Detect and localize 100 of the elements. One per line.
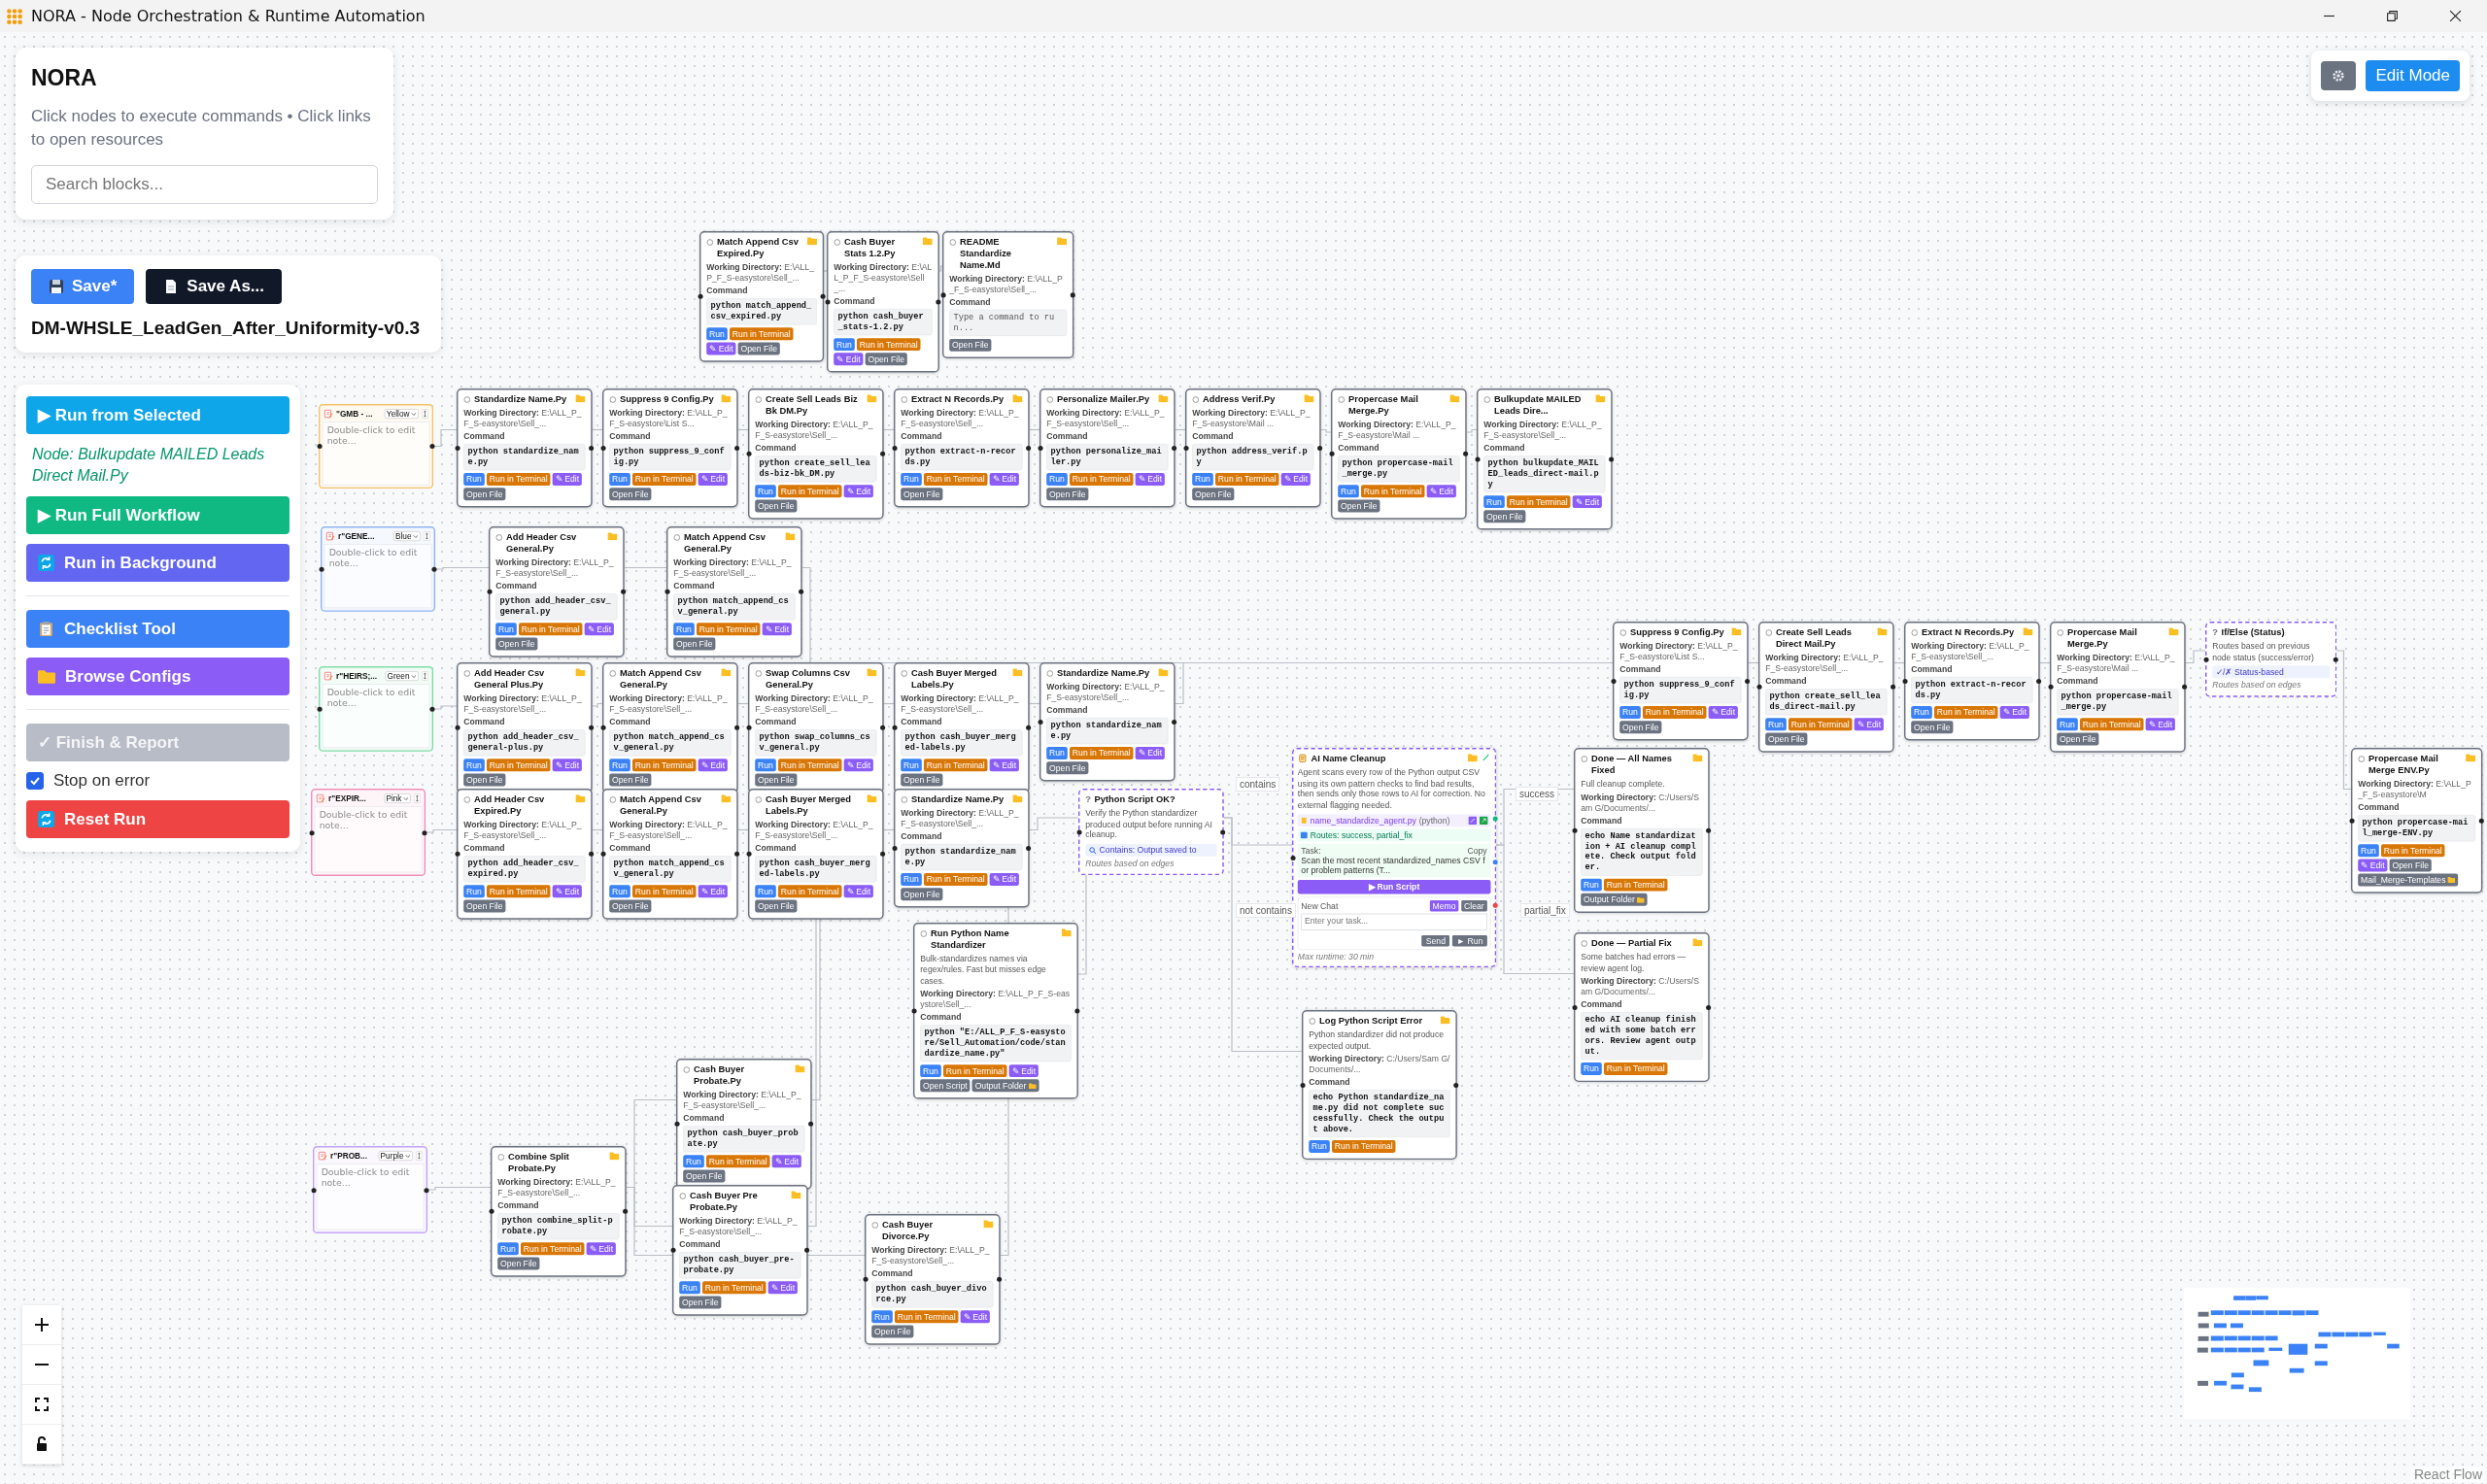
command-field[interactable]: python suppress_9_config.py — [1619, 677, 1742, 704]
open-file-button[interactable]: Open File — [609, 488, 652, 501]
run-button[interactable]: Run — [495, 623, 517, 635]
connection-handle[interactable] — [2182, 685, 2188, 690]
run-button[interactable]: Run — [755, 485, 776, 497]
edit-button[interactable]: ✎ Edit — [552, 473, 582, 487]
edit-button[interactable]: ✎ Edit — [1708, 706, 1738, 720]
note-field[interactable]: Double-click to edit note... — [322, 422, 430, 486]
run-button[interactable]: Run — [1765, 718, 1787, 730]
edit-button[interactable]: ✎ Edit — [1008, 1064, 1039, 1078]
connection-handle[interactable] — [431, 566, 437, 572]
terminal-button[interactable]: Run in Terminal — [923, 473, 988, 487]
open-file-button[interactable]: Open File — [679, 1296, 722, 1309]
run-button[interactable]: Run — [463, 885, 485, 897]
open-file-button[interactable]: Open File — [1046, 488, 1089, 501]
script-node[interactable]: Add Header Csv Expired.Py Working Directory: E:\ALL_P_F_S-easystore\Sell_... Command python add_header_csv_expired.py Run Run in Terminal ✎ Edit Open File — [457, 789, 593, 920]
browse-button[interactable]: Browse Configs — [26, 658, 290, 696]
script-node[interactable]: Match Append Csv Expired.Py Working Directory: E:\ALL_P_F_S-easystore\Sell_... Command python match_append_csv_expired.py Run Run in Terminal ✎ Edit Open File — [699, 231, 824, 362]
script-node[interactable]: Extract N Records.Py Working Directory: E:\ALL_P_F_S-easystore\Sell_... Command python extract-n-records.py Run Run in Terminal ✎ Edit Open File — [1904, 622, 2040, 741]
script-node[interactable]: Cash Buyer Pre Probate.Py Working Directory: E:\ALL_P_F_S-easystore\Sell_... Command python cash_buyer_pre-probate.py Run Run in Terminal ✎ Edit Open File — [672, 1185, 808, 1316]
script-node[interactable]: Create Sell Leads Biz Bk DM.Py Working Directory: E:\ALL_P_F_S-easystore\Sell_... Command python create_sell_leads-biz-bk_DM.py Run Run in Terminal ✎ Edit Open File — [748, 388, 884, 520]
edit-button[interactable]: ✎ Edit — [584, 623, 614, 635]
resize-icon[interactable] — [415, 1151, 423, 1162]
command-field[interactable]: python swap_columns_csv_general.py — [755, 728, 877, 757]
connection-handle[interactable] — [1076, 829, 1082, 835]
terminal-button[interactable]: Run in Terminal — [923, 759, 988, 771]
command-field[interactable]: python add_header_csv_general-plus.py — [463, 728, 586, 757]
command-field[interactable]: python match_append_csv_general.py — [609, 728, 732, 757]
command-field[interactable]: python combine_split-probate.py — [497, 1212, 620, 1240]
color-select[interactable]: Yellow — [384, 409, 419, 420]
connection-handle[interactable] — [1492, 816, 1498, 822]
terminal-button[interactable]: Run in Terminal — [701, 1281, 767, 1294]
terminal-button[interactable]: Run in Terminal — [894, 1310, 959, 1323]
script-node[interactable]: Personalize Mailer.Py Working Directory: E:\ALL_P_F_S-easystore\Sell_... Command python personalize_mailer.py Run Run in Terminal ✎ Edit Open File — [1039, 388, 1175, 508]
command-field[interactable]: python propercase-mail_merge.py — [2057, 688, 2179, 716]
note-node[interactable]: r"EXPIR... Pink Double-click to edit note... — [311, 789, 426, 876]
open-file-button[interactable]: Open File — [495, 637, 538, 651]
terminal-button[interactable]: Run in Terminal — [631, 473, 697, 487]
terminal-button[interactable]: Run in Terminal — [1069, 747, 1134, 760]
connection-handle[interactable] — [487, 590, 493, 594]
condition-node[interactable]: ? If/Else (Status) Routes based on previous node status (success/error) ✓/✗ Status-based Routes based on edges — [2205, 622, 2336, 698]
run-button[interactable]: Run — [1581, 878, 1602, 892]
run-button[interactable]: Run — [901, 473, 922, 487]
run-background-button[interactable]: Run in Background — [26, 544, 290, 583]
run-button[interactable]: Run — [1911, 706, 1932, 720]
script-node[interactable]: Cash Buyer Probate.Py Working Directory: E:\ALL_P_F_S-easystore\Sell_... Command python cash_buyer_probate.py Run Run in Terminal ✎ Edit Open File — [676, 1059, 812, 1190]
edit-button[interactable]: ✎ Edit — [586, 1242, 616, 1255]
open-file-button[interactable]: Open File — [2389, 859, 2432, 872]
connection-handle[interactable] — [489, 1209, 494, 1214]
edit-mode-button[interactable]: Edit Mode — [2366, 60, 2460, 91]
terminal-button[interactable]: Run in Terminal — [2079, 718, 2144, 730]
run-button[interactable]: Run — [1046, 473, 1068, 487]
open-file-button[interactable]: Open File — [901, 888, 943, 901]
command-field[interactable]: python match_append_csv_general.py — [609, 855, 732, 883]
run-full-button[interactable]: ▶ Run Full Workflow — [26, 496, 290, 535]
open-file-button[interactable]: Open File — [755, 773, 798, 787]
connection-handle[interactable] — [1026, 846, 1032, 852]
command-field[interactable]: python standardize_name.py — [463, 444, 586, 471]
script-file[interactable]: name_standardize_agent.py — [1310, 815, 1416, 826]
connection-handle[interactable] — [911, 1008, 917, 1014]
edit-button[interactable]: ✎ Edit — [1572, 494, 1602, 508]
open-file-button[interactable]: Open File — [755, 899, 798, 913]
connection-handle[interactable] — [623, 1209, 629, 1214]
command-field[interactable]: python standardize_name.py — [1046, 718, 1169, 745]
connection-handle[interactable] — [424, 1187, 429, 1193]
open-file-button[interactable]: Open File — [1338, 499, 1380, 513]
script-node[interactable]: Standardize Name.Py Working Directory: E:\ALL_P_F_S-easystore\Sell_... Command python standardize_name.py Run Run in Terminal ✎ Edit Open File — [894, 789, 1030, 908]
edit-button[interactable]: ✎ Edit — [1280, 473, 1311, 487]
run-button[interactable]: Run — [683, 1155, 704, 1167]
connection-handle[interactable] — [455, 852, 460, 857]
connection-handle[interactable] — [309, 829, 315, 835]
connection-handle[interactable] — [1300, 1083, 1306, 1089]
connection-handle[interactable] — [1611, 679, 1617, 685]
terminal-button[interactable]: Run in Terminal — [1933, 706, 1998, 720]
run-button[interactable]: Run — [609, 885, 630, 897]
terminal-button[interactable]: Run in Terminal — [520, 1242, 585, 1255]
terminal-button[interactable]: Run in Terminal — [1642, 706, 1707, 720]
script-node[interactable]: Extract N Records.Py Working Directory: E:\ALL_P_F_S-easystore\Sell_... Command python extract-n-records.py Run Run in Terminal ✎ Edit Open File — [894, 388, 1030, 508]
script-node[interactable]: Cash Buyer Divorce.Py Working Directory: E:\ALL_P_F_S-easystore\Sell_... Command python cash_buyer_divorce.py Run Run in Terminal ✎ Edit Open File — [865, 1214, 1001, 1345]
run-button[interactable]: Run — [901, 873, 922, 887]
command-field[interactable]: python add_header_csv_expired.py — [463, 855, 586, 883]
run-button[interactable]: Run — [1483, 494, 1505, 508]
open-file-button[interactable]: Open File — [1483, 509, 1526, 523]
command-field[interactable]: python propercase-mail_merge-ENV.py — [2358, 814, 2475, 842]
run-button[interactable]: Run — [1309, 1140, 1330, 1154]
connection-handle[interactable] — [455, 446, 460, 452]
chat-button[interactable]: Memo — [1429, 899, 1459, 912]
terminal-button[interactable]: Run in Terminal — [486, 885, 551, 897]
connection-handle[interactable] — [2478, 818, 2484, 824]
command-field[interactable]: echo AI cleanup finished with some batch errors. Review agent output. — [1581, 1012, 1703, 1061]
connection-handle[interactable] — [799, 590, 804, 594]
run-button[interactable]: Run — [679, 1281, 700, 1294]
connection-handle[interactable] — [317, 706, 323, 712]
connection-handle[interactable] — [455, 725, 460, 730]
run-button[interactable]: Run — [673, 623, 695, 635]
open-file-button[interactable]: Open File — [1192, 488, 1235, 501]
command-field[interactable]: python match_append_csv_general.py — [673, 592, 796, 621]
agent-node[interactable] — [1292, 748, 1496, 967]
command-field[interactable]: python cash_buyer_merged-labels.py — [755, 855, 877, 883]
color-select[interactable]: Blue — [392, 531, 421, 542]
